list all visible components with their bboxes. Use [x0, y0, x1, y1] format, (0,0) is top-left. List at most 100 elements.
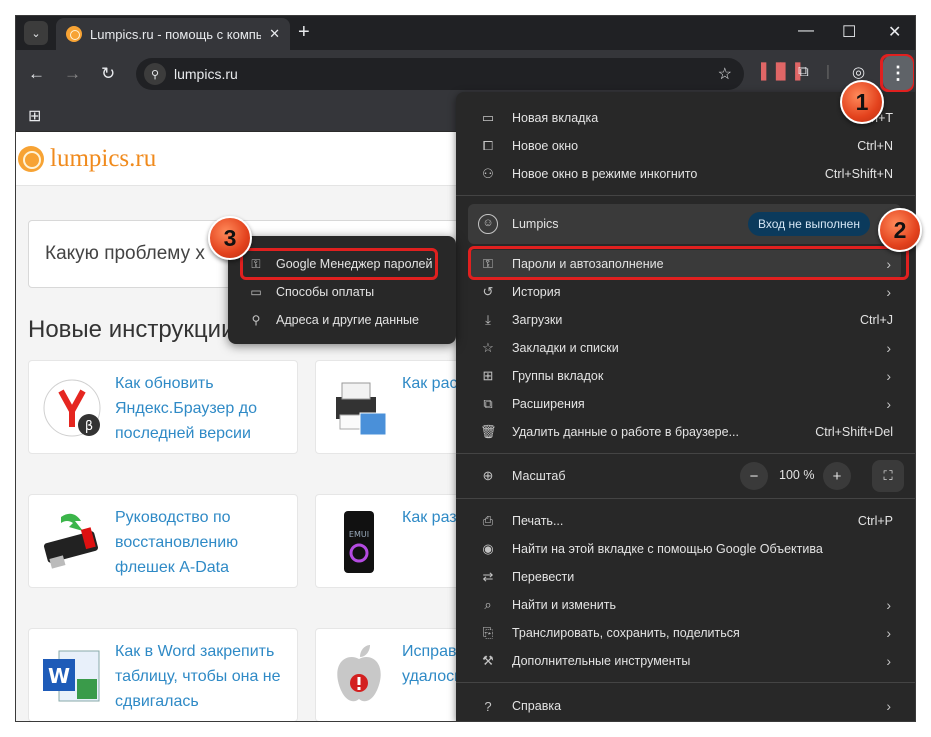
toolbar-divider: | [826, 63, 830, 80]
tab-strip: ⌄ Lumpics.ru - помощь с компь ✕ + — ☐ ✕ [16, 16, 915, 50]
lumpics-logo-icon[interactable] [18, 146, 44, 172]
menu-item-history[interactable]: ↺ История › [456, 278, 915, 306]
huawei-phone-icon: EMUI [344, 511, 374, 573]
new-tab-button[interactable]: + [298, 22, 310, 42]
menu-divider [456, 682, 915, 683]
address-bar[interactable]: ⚲ lumpics.ru ☆ [136, 58, 744, 90]
zoom-level: 100 % [779, 468, 815, 482]
maximize-button[interactable]: ☐ [842, 22, 856, 42]
find-icon: ⌕ [484, 597, 492, 612]
printer-icon [336, 382, 387, 436]
yandex-browser-icon: β [43, 379, 101, 437]
new-window-icon: ⧠ [482, 138, 494, 153]
menu-item-print[interactable]: ⎙ Печать... Ctrl+P [456, 507, 915, 535]
menu-item-find-edit[interactable]: ⌕ Найти и изменить › [456, 591, 915, 619]
window-close-button[interactable]: ✕ [888, 22, 901, 42]
chevron-right-icon: › [886, 284, 891, 300]
reload-button[interactable]: ↻ [101, 64, 115, 84]
lens-icon: ◉ [482, 541, 494, 556]
passwords-item-highlight [468, 246, 909, 280]
profile-name: Lumpics [512, 217, 559, 231]
zoom-in-button[interactable]: + [823, 462, 851, 490]
download-icon: ⤓ [485, 312, 491, 327]
browser-window: ⌄ Lumpics.ru - помощь с компь ✕ + — ☐ ✕ … [16, 16, 915, 721]
bookmark-star-icon[interactable]: ☆ [718, 64, 732, 84]
menu-item-downloads[interactable]: ⤓ Загрузки Ctrl+J [456, 306, 915, 334]
location-icon: ⚲ [251, 313, 261, 327]
extension-icon: ⧉ [483, 396, 493, 411]
cast-icon: ⎘ [482, 625, 494, 640]
submenu-item-addresses[interactable]: ⚲ Адреса и другие данные [228, 306, 456, 334]
menu-item-bookmarks[interactable]: ☆ Закладки и списки › [456, 334, 915, 362]
step-badge-2: 2 [878, 208, 922, 252]
profile-icon[interactable]: ◎ [852, 63, 865, 81]
trash-icon: 🗑 [480, 424, 497, 439]
toolbar: ← → ↻ ⚲ lumpics.ru ☆ ▌▐▌▐ ⧉ | ◎ [16, 50, 915, 98]
account-icon: ☺ [478, 214, 498, 234]
menu-item-tab-groups[interactable]: ⊞ Группы вкладок › [456, 362, 915, 390]
menu-item-extensions[interactable]: ⧉ Расширения › [456, 390, 915, 418]
password-manager-highlight [240, 248, 438, 280]
svg-text:W: W [48, 664, 70, 688]
chevron-right-icon: › [886, 625, 891, 641]
article-card[interactable]: β Как обновить Яндекс.Браузер до последн… [28, 360, 298, 454]
menu-divider [456, 498, 915, 499]
menu-item-new-window[interactable]: ⧠ Новое окно Ctrl+N [456, 132, 915, 160]
svg-text:EMUI: EMUI [349, 530, 369, 539]
zoom-out-button[interactable]: − [740, 462, 768, 490]
menu-item-google-lens[interactable]: ◉ Найти на этой вкладке с помощью Google… [456, 535, 915, 563]
article-card[interactable]: W Как в Word закрепить таблицу, чтобы он… [28, 628, 298, 721]
menu-item-incognito[interactable]: ⚇ Новое окно в режиме инкогнито Ctrl+Shi… [456, 160, 915, 188]
url-text[interactable]: lumpics.ru [174, 66, 238, 82]
article-title[interactable]: Как обновить Яндекс.Браузер до последней… [115, 371, 295, 446]
svg-text:β: β [85, 419, 93, 434]
usb-flash-drive-icon [43, 513, 99, 569]
article-card[interactable]: Руководство по восстановлению флешек A-D… [28, 494, 298, 588]
card-icon: ▭ [250, 285, 262, 299]
extensions-puzzle-icon[interactable]: ⧉ [798, 63, 809, 80]
menu-item-translate[interactable]: ⇄ Перевести [456, 563, 915, 591]
translate-icon: ⇄ [482, 569, 494, 584]
print-icon: ⎙ [482, 513, 494, 528]
step-badge-1: 1 [840, 80, 884, 124]
history-icon: ↺ [482, 284, 494, 299]
menu-item-clear-data[interactable]: 🗑 Удалить данные о работе в браузере... … [456, 418, 915, 446]
search-placeholder: Какую проблему х [45, 243, 205, 264]
step-badge-3: 3 [208, 216, 252, 260]
menu-profile[interactable]: ☺ Lumpics Вход не выполнен [468, 204, 901, 244]
chevron-right-icon: › [886, 396, 891, 412]
tab-lumpics[interactable]: Lumpics.ru - помощь с компь ✕ [56, 18, 290, 50]
chrome-main-menu: ▭ Новая вкладка Ctrl+T ⧠ Новое окно Ctrl… [456, 92, 915, 721]
sign-in-status-badge[interactable]: Вход не выполнен [748, 212, 870, 236]
menu-item-help[interactable]: ? Справка › [456, 692, 915, 720]
menu-divider [456, 195, 915, 196]
menu-item-more-tools[interactable]: ⚒ Дополнительные инструменты › [456, 647, 915, 675]
word-document-icon: W [43, 650, 100, 702]
site-info-icon[interactable]: ⚲ [144, 63, 166, 85]
lumpics-favicon-icon [66, 26, 82, 42]
fullscreen-icon[interactable]: ⛶ [872, 460, 904, 492]
tab-close-icon[interactable]: ✕ [269, 26, 280, 42]
chevron-right-icon: › [886, 368, 891, 384]
chrome-menu-button[interactable]: ⋮ [883, 56, 913, 90]
more-vertical-icon: ⋮ [889, 62, 907, 83]
zoom-icon: ⊕ [482, 468, 494, 483]
section-title: Новые инструкции [28, 316, 235, 343]
tab-title: Lumpics.ru - помощь с компь [90, 26, 262, 42]
menu-divider [456, 453, 915, 454]
menu-item-cast-save-share[interactable]: ⎘ Транслировать, сохранить, поделиться › [456, 619, 915, 647]
apps-grid-icon[interactable]: ⊞ [28, 106, 41, 126]
audio-extension-icon[interactable]: ▌▐▌▐ [761, 63, 801, 80]
incognito-icon: ⚇ [482, 166, 494, 181]
tab-search-button[interactable]: ⌄ [24, 21, 48, 45]
forward-button[interactable]: → [64, 64, 81, 84]
minimize-button[interactable]: — [798, 22, 814, 40]
submenu-item-payment-methods[interactable]: ▭ Способы оплаты [228, 278, 456, 306]
article-title[interactable]: Руководство по восстановлению флешек A-D… [115, 505, 295, 580]
star-icon: ☆ [482, 340, 494, 355]
site-logo[interactable]: lumpics.ru [50, 145, 156, 173]
back-button[interactable]: ← [28, 64, 45, 84]
article-title[interactable]: Как в Word закрепить таблицу, чтобы она … [115, 639, 295, 714]
chevron-down-icon: ⌄ [31, 27, 41, 40]
tools-icon: ⚒ [482, 653, 494, 668]
